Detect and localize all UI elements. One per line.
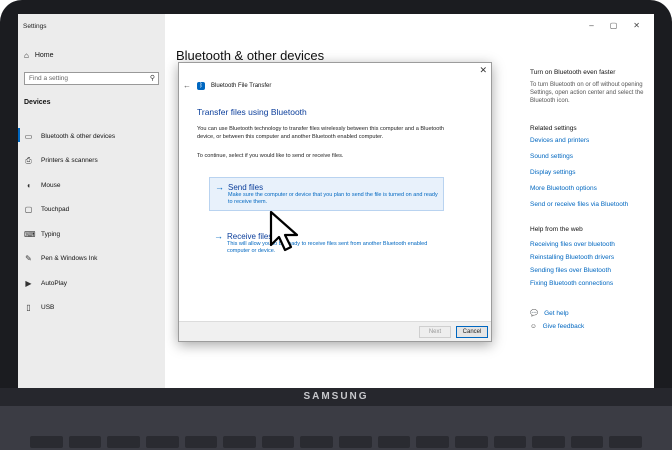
sidebar-item-label: Typing: [41, 230, 61, 238]
sidebar-item-label: Touchpad: [41, 206, 70, 214]
window-title: Settings: [23, 23, 47, 30]
touchpad-icon: ▢: [24, 205, 33, 215]
dialog-window-title: Bluetooth File Transfer: [211, 82, 272, 89]
dialog-close-button[interactable]: ✕: [479, 65, 487, 76]
sidebar-item-pen[interactable]: ✎ Pen & Windows Ink: [18, 247, 165, 272]
receive-files-title: Receive files: [227, 231, 273, 241]
page-title: Bluetooth & other devices: [176, 48, 325, 63]
sidebar-item-usb[interactable]: ▯ USB: [18, 296, 165, 321]
sidebar-item-label: Printers & scanners: [41, 157, 98, 165]
give-feedback-label: Give feedback: [542, 323, 585, 330]
help-link-fixing[interactable]: Fixing Bluetooth connections: [530, 280, 650, 287]
dialog-heading: Transfer files using Bluetooth: [197, 107, 307, 117]
brand-logo: SAMSUNG: [303, 391, 369, 402]
sidebar-item-label: Bluetooth & other devices: [41, 132, 116, 140]
sidebar-item-autoplay[interactable]: ▶ AutoPlay: [18, 271, 165, 296]
sidebar-item-printers[interactable]: ⎙ Printers & scanners: [18, 149, 165, 174]
printer-icon: ⎙: [25, 155, 32, 165]
send-files-option[interactable]: → Send files Make sure the computer or d…: [209, 177, 444, 211]
dialog-header: ← ᛒ Bluetooth File Transfer: [183, 81, 271, 90]
link-more-bluetooth[interactable]: More Bluetooth options: [530, 185, 650, 192]
close-button[interactable]: ✕: [633, 21, 640, 30]
keyboard-icon: ⌨: [24, 229, 36, 239]
sidebar-item-label: Mouse: [41, 181, 61, 189]
send-files-description: Make sure the computer or device that yo…: [228, 192, 438, 205]
dialog-description: You can use Bluetooth technology to tran…: [197, 126, 444, 140]
turn-on-text: To turn Bluetooth on or off without open…: [530, 82, 644, 104]
sidebar-item-label: AutoPlay: [41, 279, 68, 287]
dialog-instruction: To continue, select if you would like to…: [197, 153, 344, 159]
sidebar-item-mouse[interactable]: ◖ Mouse: [18, 173, 165, 198]
give-feedback-link[interactable]: ☺ Give feedback: [530, 323, 650, 330]
help-heading: Help from the web: [530, 226, 583, 233]
back-arrow-icon[interactable]: ←: [183, 81, 191, 90]
help-link-reinstalling[interactable]: Reinstalling Bluetooth drivers: [530, 254, 650, 261]
pointer-cursor-icon: [269, 210, 299, 252]
arrow-right-icon: →: [215, 182, 224, 192]
home-link[interactable]: ⌂ Home: [24, 51, 54, 60]
link-display-settings[interactable]: Display settings: [530, 169, 650, 176]
turn-on-heading: Turn on Bluetooth even faster: [530, 69, 616, 76]
search-input[interactable]: Find a setting ⚲: [24, 72, 159, 85]
minimize-button[interactable]: –: [589, 21, 593, 30]
pen-icon: ✎: [25, 254, 32, 264]
sidebar-item-typing[interactable]: ⌨ Typing: [18, 222, 165, 247]
related-heading: Related settings: [530, 125, 577, 132]
arrow-right-icon: →: [214, 231, 223, 241]
sidebar-nav: ▭ Bluetooth & other devices ⎙ Printers &…: [18, 124, 165, 320]
help-link-receiving[interactable]: Receiving files over bluetooth: [530, 241, 650, 248]
cancel-button[interactable]: Cancel: [456, 326, 488, 338]
settings-window: Settings ⌂ Home Find a setting ⚲ Devices…: [18, 14, 654, 388]
receive-files-description: This will allow you to be ready to recei…: [227, 241, 428, 254]
sidebar-item-bluetooth[interactable]: ▭ Bluetooth & other devices: [18, 124, 165, 149]
screenshot: Settings ⌂ Home Find a setting ⚲ Devices…: [0, 0, 672, 450]
right-panel: Turn on Bluetooth even faster To turn Bl…: [530, 69, 650, 336]
help-link-sending[interactable]: Sending files over Bluetooth: [530, 267, 650, 274]
search-icon: ⚲: [149, 75, 155, 82]
next-button[interactable]: Next: [419, 326, 451, 338]
bluetooth-icon: ᛒ: [197, 81, 205, 90]
bluetooth-file-transfer-dialog: ✕ ← ᛒ Bluetooth File Transfer Transfer f…: [178, 62, 492, 342]
home-icon: ⌂: [24, 51, 29, 60]
receive-files-option[interactable]: → Receive files This will allow you to b…: [209, 227, 444, 259]
usb-icon: ▯: [26, 303, 31, 313]
bluetooth-devices-icon: ▭: [24, 131, 33, 141]
get-help-label: Get help: [544, 309, 569, 317]
autoplay-icon: ▶: [25, 278, 32, 288]
window-controls: – ▢ ✕: [589, 21, 640, 30]
sidebar-item-touchpad[interactable]: ▢ Touchpad: [18, 198, 165, 223]
laptop-bezel: Settings ⌂ Home Find a setting ⚲ Devices…: [0, 0, 672, 392]
section-label: Devices: [24, 99, 51, 106]
get-help-link[interactable]: 💬 Get help: [530, 309, 650, 318]
search-placeholder: Find a setting: [29, 75, 69, 82]
dialog-footer: Next Cancel: [179, 321, 491, 341]
home-label: Home: [34, 52, 54, 59]
send-files-title: Send files: [228, 182, 264, 192]
link-send-receive-files[interactable]: Send or receive files via Bluetooth: [530, 201, 650, 208]
chat-icon: 💬: [530, 310, 539, 317]
keyboard-keys: [30, 434, 642, 450]
link-devices-printers[interactable]: Devices and printers: [530, 137, 650, 144]
sidebar-item-label: USB: [41, 304, 55, 312]
mouse-icon: ◖: [26, 180, 31, 190]
sidebar-item-label: Pen & Windows Ink: [41, 255, 98, 263]
feedback-icon: ☺: [530, 323, 537, 330]
maximize-button[interactable]: ▢: [610, 21, 618, 30]
sidebar: Settings ⌂ Home Find a setting ⚲ Devices…: [18, 14, 165, 388]
link-sound-settings[interactable]: Sound settings: [530, 153, 650, 160]
